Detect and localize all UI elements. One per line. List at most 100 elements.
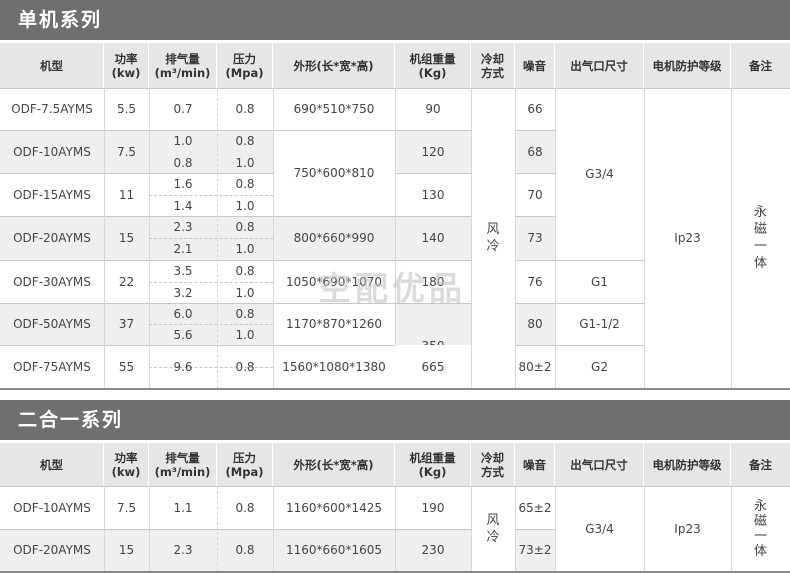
cooling-cell: 风冷 bbox=[486, 222, 500, 254]
header-protection: 电机防护等级 bbox=[644, 443, 731, 486]
weight-cell: 230 bbox=[421, 543, 445, 557]
power-cell: 5.5 bbox=[116, 102, 137, 116]
noise-cell: 80 bbox=[527, 317, 543, 331]
pressure-cell: 0.8 bbox=[235, 359, 255, 374]
header-dims: 外形(长*宽*高) bbox=[273, 43, 395, 88]
power-cell: 22 bbox=[118, 274, 135, 289]
single-series-table: 机型 功率 (kw) 排气量 (m³/min) 压力 (Mpa) 外形(长*宽*高) … bbox=[0, 43, 790, 390]
flow-cell: 1.0 bbox=[173, 134, 193, 148]
power-cell: 7.5 bbox=[116, 144, 137, 159]
flow-cell: 6.0 bbox=[173, 306, 193, 321]
flow-cell: 2.1 bbox=[173, 242, 193, 256]
outlet-cell: G2 bbox=[591, 359, 608, 374]
pressure-cell: 0.8 bbox=[235, 500, 255, 515]
dims-cell: 1050*690*1070 bbox=[286, 274, 382, 289]
pressure-cell: 0.8 bbox=[235, 177, 255, 191]
flow-cell: 2.3 bbox=[173, 220, 193, 234]
dims-cell: 1170*870*1260 bbox=[286, 317, 382, 331]
power-cell: 15 bbox=[118, 231, 135, 245]
dims-cell: 1160*660*1605 bbox=[286, 543, 382, 557]
weight-cell: 90 bbox=[425, 102, 441, 116]
header-noise: 噪音 bbox=[515, 443, 555, 486]
noise-cell: 80±2 bbox=[518, 359, 552, 374]
pressure-cell: 0.8 bbox=[235, 102, 255, 116]
dims-cell: 1160*600*1425 bbox=[286, 500, 382, 515]
flow-cell: 1.4 bbox=[173, 198, 193, 213]
flow-cell: 3.2 bbox=[173, 285, 193, 300]
pressure-cell: 0.8 bbox=[235, 306, 255, 321]
flow-cell: 5.6 bbox=[173, 327, 193, 342]
section-title-single: 单机系列 bbox=[0, 0, 790, 40]
model-cell: ODF-7.5AYMS bbox=[11, 102, 93, 116]
flow-cell: 2.3 bbox=[173, 543, 193, 557]
model-cell: ODF-10AYMS bbox=[13, 500, 91, 515]
dims-cell: 690*510*750 bbox=[293, 102, 375, 116]
model-cell: ODF-30AYMS bbox=[13, 274, 91, 289]
header-protection: 电机防护等级 bbox=[644, 43, 731, 88]
dims-cell: 750*600*810 bbox=[293, 166, 375, 180]
flow-cell: 3.5 bbox=[173, 264, 193, 278]
outlet-cell: G3/4 bbox=[585, 521, 614, 536]
header-power: 功率 (kw) bbox=[104, 43, 149, 88]
model-cell: ODF-50AYMS bbox=[13, 317, 91, 331]
flow-cell: 1.1 bbox=[173, 500, 193, 515]
model-cell: ODF-20AYMS bbox=[13, 543, 91, 557]
outlet-cell: G3/4 bbox=[585, 167, 614, 181]
header-model: 机型 bbox=[0, 443, 104, 486]
header-outlet: 出气口尺寸 bbox=[555, 43, 644, 88]
model-cell: ODF-10AYMS bbox=[13, 144, 91, 159]
header-cooling: 冷却 方式 bbox=[471, 43, 515, 88]
flow-cell: 0.7 bbox=[173, 102, 193, 116]
power-cell: 15 bbox=[118, 543, 135, 557]
noise-cell: 73±2 bbox=[518, 543, 552, 557]
header-pressure: 压力 (Mpa) bbox=[217, 443, 273, 486]
header-remarks: 备注 bbox=[731, 443, 790, 486]
dims-cell: 800*660*990 bbox=[293, 231, 375, 245]
dims-cell: 1560*1080*1380 bbox=[282, 359, 386, 374]
pressure-cell: 1.0 bbox=[235, 242, 255, 256]
header-model: 机型 bbox=[0, 43, 104, 88]
noise-cell: 73 bbox=[527, 231, 543, 245]
weight-cell: 665 bbox=[395, 345, 471, 388]
section-title-dual: 二合一系列 bbox=[0, 400, 790, 440]
pressure-cell: 0.8 bbox=[235, 264, 255, 278]
dual-series-table: 机型 功率 (kw) 排气量 (m³/min) 压力 (Mpa) 外形(长*宽*高) … bbox=[0, 443, 790, 574]
protection-cell: Ip23 bbox=[674, 521, 701, 536]
weight-cell: 190 bbox=[421, 500, 445, 515]
outlet-cell: G1 bbox=[591, 274, 608, 289]
noise-cell: 68 bbox=[527, 144, 543, 159]
header-power: 功率 (kw) bbox=[104, 443, 149, 486]
power-cell: 55 bbox=[118, 359, 135, 374]
pressure-cell: 0.8 bbox=[235, 543, 255, 557]
power-cell: 11 bbox=[118, 187, 135, 202]
model-cell: ODF-75AYMS bbox=[13, 359, 91, 374]
header-outlet: 出气口尺寸 bbox=[555, 443, 644, 486]
noise-cell: 76 bbox=[527, 274, 543, 289]
flow-cell: 9.6 bbox=[173, 359, 193, 374]
header-flow: 排气量 (m³/min) bbox=[149, 443, 217, 486]
header-weight: 机组重量 (Kg) bbox=[395, 443, 471, 486]
header-flow: 排气量 (m³/min) bbox=[149, 43, 217, 88]
model-cell: ODF-15AYMS bbox=[13, 187, 91, 202]
protection-cell: Ip23 bbox=[674, 231, 701, 245]
power-cell: 7.5 bbox=[116, 500, 137, 515]
noise-cell: 65±2 bbox=[518, 500, 552, 515]
pressure-cell: 1.0 bbox=[235, 198, 255, 213]
header-remarks: 备注 bbox=[731, 43, 790, 88]
header-noise: 噪音 bbox=[515, 43, 555, 88]
pressure-cell: 0.8 bbox=[235, 134, 255, 148]
outlet-cell: G1-1/2 bbox=[579, 317, 620, 331]
remarks-cell: 永磁一体 bbox=[753, 498, 767, 559]
pressure-cell: 1.0 bbox=[235, 155, 255, 170]
cooling-cell: 风冷 bbox=[486, 512, 500, 545]
weight-cell: 120 bbox=[421, 144, 445, 159]
flow-cell: 1.6 bbox=[173, 177, 193, 191]
header-cooling: 冷却 方式 bbox=[471, 443, 515, 486]
flow-cell: 0.8 bbox=[173, 155, 193, 170]
noise-cell: 66 bbox=[527, 102, 543, 116]
header-weight: 机组重量 (Kg) bbox=[395, 43, 471, 88]
weight-cell: 180 bbox=[421, 274, 445, 289]
model-cell: ODF-20AYMS bbox=[13, 231, 91, 245]
remarks-cell: 永磁一体 bbox=[753, 205, 767, 271]
weight-cell: 130 bbox=[421, 187, 445, 202]
